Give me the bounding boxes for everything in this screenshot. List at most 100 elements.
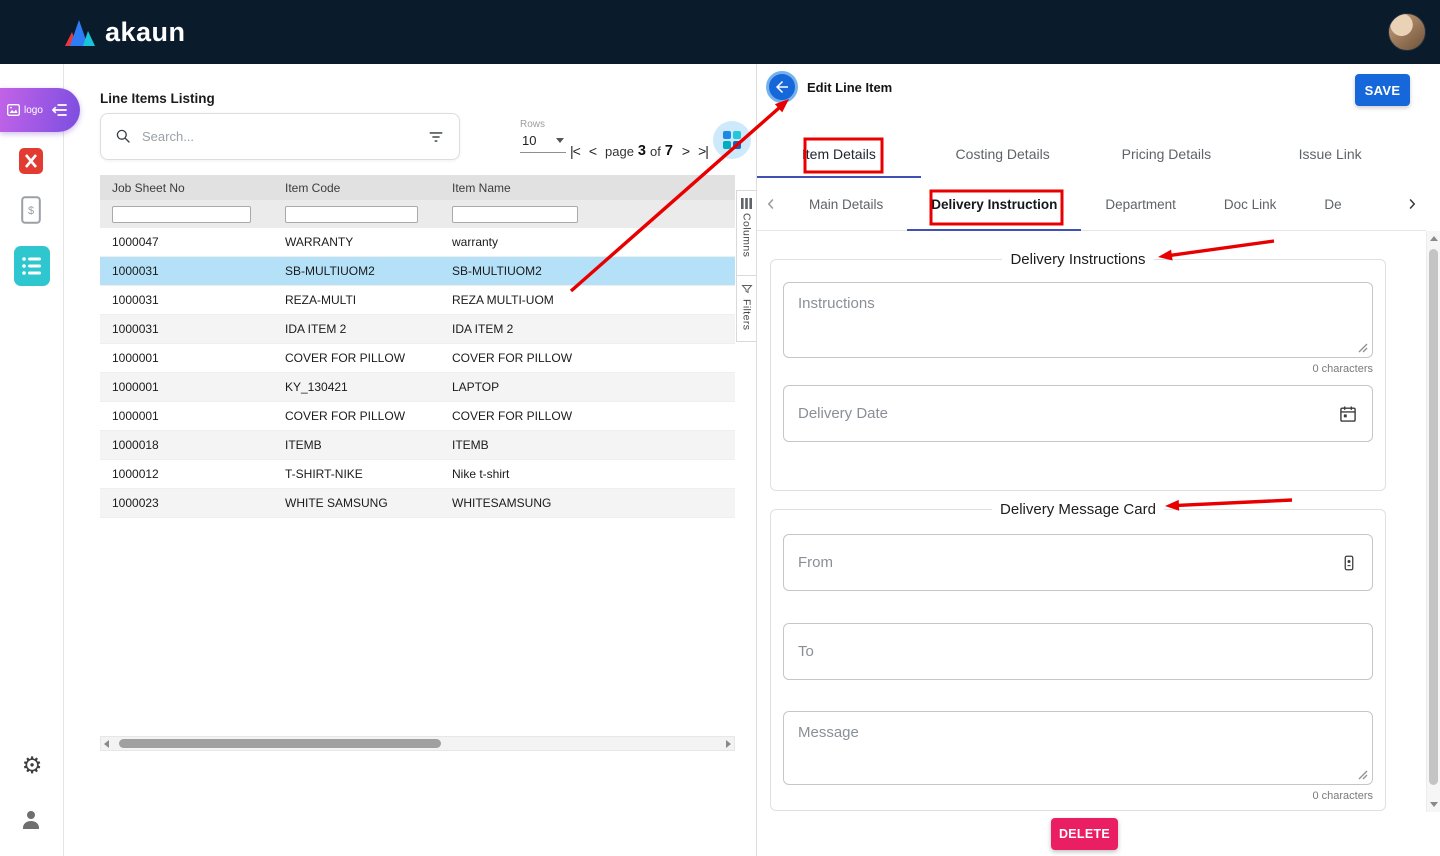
tab-issue-link[interactable]: Issue Link [1248,130,1412,178]
search-box [100,113,460,160]
search-input[interactable] [142,129,417,144]
filters-label: Filters [741,299,753,330]
table-row[interactable]: 1000031SB-MULTIUOM2SB-MULTIUOM2 [100,257,735,286]
tab-pricing-details[interactable]: Pricing Details [1085,130,1249,178]
scroll-down-arrow[interactable] [1430,802,1438,807]
apps-grid-icon [723,131,741,149]
resize-handle-icon[interactable] [1358,770,1368,780]
table-cell: WHITE SAMSUNG [273,496,440,510]
red-app-icon [19,148,43,174]
first-page-button[interactable]: |< [570,143,580,159]
svg-text:$: $ [28,205,34,217]
scroll-up-arrow[interactable] [1430,236,1438,241]
to-input[interactable] [798,643,1358,660]
table-cell: 1000031 [100,264,273,278]
subtabs-scroll-left[interactable] [757,178,785,230]
vertical-scrollbar-thumb[interactable] [1429,249,1438,785]
column-header-1[interactable]: Item Code [273,181,440,195]
table-row[interactable]: 1000001COVER FOR PILLOWCOVER FOR PILLOW [100,402,735,431]
columns-side-tab[interactable]: Columns [737,191,756,275]
table-cell: 1000001 [100,380,273,394]
table-row[interactable]: 1000047WARRANTYwarranty [100,228,735,257]
delivery-date-field [783,385,1373,442]
subtab-department[interactable]: Department [1081,178,1200,230]
current-page: 3 [638,143,646,159]
back-button[interactable] [766,71,798,103]
scroll-right-arrow[interactable] [726,740,731,748]
delivery-instructions-legend: Delivery Instructions [1002,251,1153,268]
subtabs-scroll-right[interactable] [1398,178,1426,230]
delete-button[interactable]: DELETE [1051,818,1118,850]
table-cell: REZA MULTI-UOM [440,293,600,307]
horizontal-scrollbar-thumb[interactable] [119,739,441,748]
instructions-textarea[interactable] [784,283,1372,357]
sidebar-app-listing[interactable] [14,246,50,286]
logo-toggle-button[interactable]: logo [0,88,80,132]
table-row[interactable]: 1000023WHITE SAMSUNGWHITESAMSUNG [100,489,735,518]
apps-grid-button[interactable] [713,121,751,159]
subtab-delivery-instruction[interactable]: Delivery Instruction [907,178,1081,230]
edit-line-item-panel: Edit Line Item SAVE Item DetailsCosting … [757,64,1440,856]
table-filter-row [100,200,735,228]
message-textarea[interactable] [784,712,1372,784]
sidebar-app-red[interactable] [19,148,43,174]
to-field [783,623,1373,680]
table-row[interactable]: 1000001KY_130421LAPTOP [100,373,735,402]
column-filter-input-1[interactable] [285,206,418,223]
table-row[interactable]: 1000018ITEMBITEMB [100,431,735,460]
broken-image-icon [7,104,20,116]
table-cell: 1000001 [100,409,273,423]
person-icon [19,806,43,832]
column-header-0[interactable]: Job Sheet No [100,181,273,195]
table-cell: IDA ITEM 2 [273,322,440,336]
table-cell: SB-MULTIUOM2 [440,264,600,278]
delivery-date-input[interactable] [798,405,1338,422]
column-filter-input-2[interactable] [452,206,578,223]
vertical-scrollbar [1426,231,1440,812]
column-header-2[interactable]: Item Name [440,181,600,195]
pagination: |< < page 3 of 7 > >| [570,140,708,162]
table-row[interactable]: 1000001COVER FOR PILLOWCOVER FOR PILLOW [100,344,735,373]
table-cell: warranty [440,235,600,249]
table-cell: 1000018 [100,438,273,452]
scroll-left-arrow[interactable] [104,740,109,748]
save-button[interactable]: SAVE [1355,74,1410,106]
avatar[interactable] [1388,13,1426,51]
table-row[interactable]: 1000031REZA-MULTIREZA MULTI-UOM [100,286,735,315]
table-cell: T-SHIRT-NIKE [273,467,440,481]
arrow-left-icon [773,78,791,96]
table-cell: ITEMB [440,438,600,452]
sidebar-app-invoice[interactable]: $ [21,196,41,224]
brand-name: akaun [105,17,186,48]
from-input[interactable] [798,554,1340,571]
subtab-doc-link[interactable]: Doc Link [1200,178,1301,230]
table-row[interactable]: 1000031IDA ITEM 2IDA ITEM 2 [100,315,735,344]
contact-icon[interactable] [1340,553,1358,573]
next-page-button[interactable]: > [682,143,689,159]
delivery-instructions-card: Delivery Instructions 0 characters [770,251,1386,491]
page-title: Line Items Listing [100,91,215,106]
filter-cell [100,206,273,223]
column-filter-input-0[interactable] [112,206,251,223]
settings-button[interactable]: ⚙ [18,752,46,780]
subtab-de[interactable]: De [1300,178,1365,230]
table-side-tabs: Columns Filters [736,190,756,342]
brand: akaun [62,17,186,48]
filters-side-tab[interactable]: Filters [737,276,756,330]
detail-content: Delivery Instructions 0 characters [757,231,1426,812]
last-page-button[interactable]: >| [698,143,708,159]
invoice-doc-icon: $ [21,196,41,224]
tab-costing-details[interactable]: Costing Details [921,130,1085,178]
tab-item-details[interactable]: Item Details [757,130,921,178]
calendar-icon[interactable] [1338,404,1358,424]
filter-list-icon[interactable] [427,128,445,146]
table-cell: COVER FOR PILLOW [273,409,440,423]
table-cell: 1000012 [100,467,273,481]
subtab-main-details[interactable]: Main Details [785,178,907,230]
resize-handle-icon[interactable] [1358,343,1368,353]
prev-page-button[interactable]: < [589,143,596,159]
rows-per-page-select[interactable]: Rows 10 [520,119,566,153]
table-cell: REZA-MULTI [273,293,440,307]
table-row[interactable]: 1000012T-SHIRT-NIKENike t-shirt [100,460,735,489]
profile-button[interactable] [19,806,43,832]
